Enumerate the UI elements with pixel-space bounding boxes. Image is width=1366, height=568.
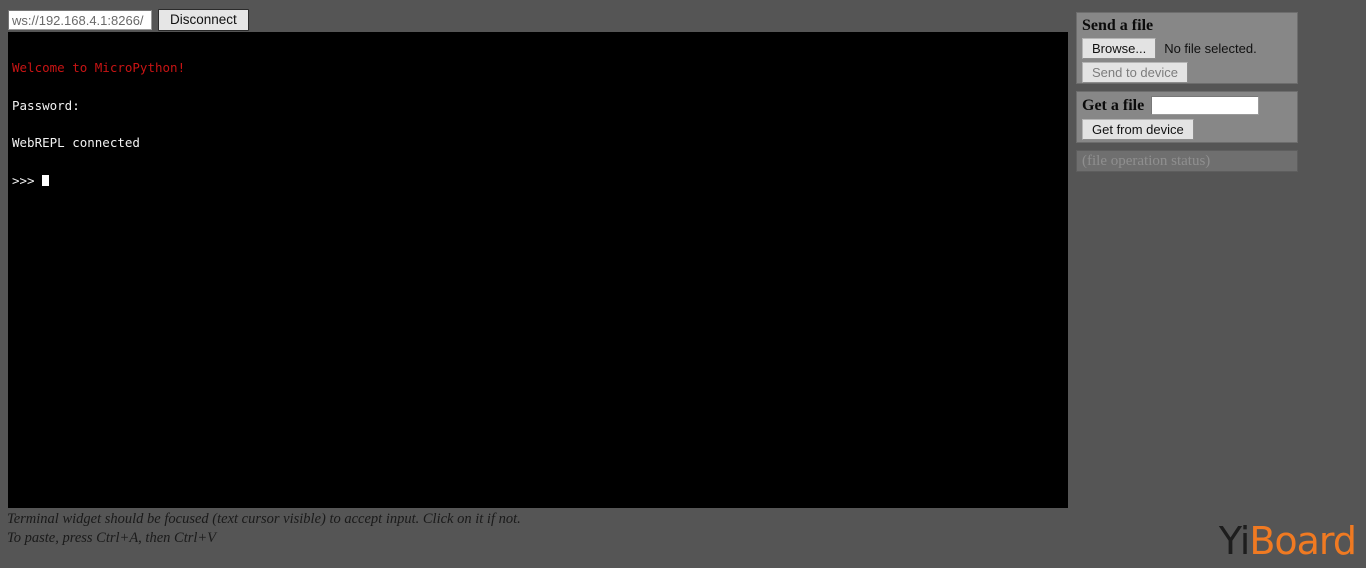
disconnect-button[interactable]: Disconnect — [158, 9, 249, 31]
terminal-cursor — [42, 174, 50, 186]
terminal-line: Password: — [12, 97, 1064, 113]
browse-button[interactable]: Browse... — [1082, 38, 1157, 59]
watermark-yi-text: Yi — [1218, 519, 1250, 563]
terminal-repl-prompt: >>> — [12, 172, 43, 188]
get-from-device-button[interactable]: Get from device — [1082, 119, 1194, 140]
send-file-panel: Send a file Browse... No file selected. … — [1076, 12, 1298, 84]
get-file-title: Get a file — [1082, 96, 1145, 114]
get-file-header: Get a file — [1082, 96, 1292, 115]
get-file-panel: Get a file Get from device — [1076, 91, 1298, 143]
websocket-url-input[interactable] — [8, 10, 152, 30]
send-file-action-row: Send to device — [1082, 62, 1292, 83]
terminal-connected-text: WebREPL connected — [12, 135, 140, 150]
connection-bar: Disconnect — [8, 9, 249, 31]
file-operations-panel: Send a file Browse... No file selected. … — [1076, 12, 1298, 172]
hint-paste-line: To paste, press Ctrl+A, then Ctrl+V — [7, 530, 217, 546]
file-operation-status-text: (file operation status) — [1082, 152, 1211, 169]
yiboard-watermark-logo: YiBoard — [1218, 519, 1357, 563]
terminal-hints: Terminal widget should be focused (text … — [7, 510, 521, 548]
file-operation-status-bar: (file operation status) — [1076, 150, 1298, 172]
send-file-browse-row: Browse... No file selected. — [1082, 38, 1292, 59]
terminal-output: Welcome to MicroPython! Password: WebREP… — [8, 32, 1068, 212]
selected-file-label: No file selected. — [1164, 41, 1257, 56]
send-file-title: Send a file — [1082, 17, 1154, 34]
terminal-widget[interactable]: Welcome to MicroPython! Password: WebREP… — [8, 32, 1068, 508]
hint-focus-line: Terminal widget should be focused (text … — [7, 511, 521, 527]
get-file-name-input[interactable] — [1151, 96, 1260, 115]
send-to-device-button[interactable]: Send to device — [1082, 62, 1189, 83]
terminal-password-prompt: Password: — [12, 97, 80, 113]
terminal-line: Welcome to MicroPython! — [12, 60, 1064, 75]
terminal-prompt-line: >>> — [12, 172, 1064, 188]
terminal-welcome-text: Welcome to MicroPython! — [12, 60, 186, 75]
watermark-board-text: Board — [1249, 519, 1357, 563]
terminal-line: WebREPL connected — [12, 135, 1064, 150]
